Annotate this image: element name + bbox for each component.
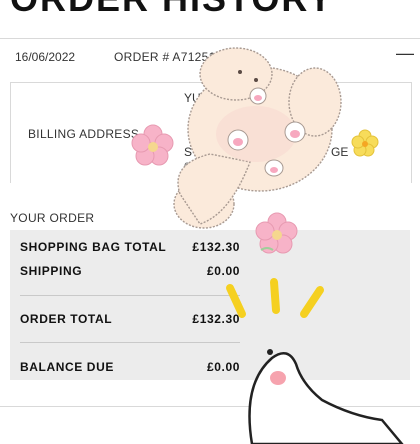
row-label: BALANCE DUE [20, 360, 114, 374]
row-label: ORDER TOTAL [20, 312, 113, 326]
sparkle-icon [226, 278, 324, 318]
row-value: £132.30 [192, 240, 240, 254]
divider [20, 342, 240, 343]
order-date: 16/06/2022 [15, 50, 76, 64]
billing-address-label: BILLING ADDRESS [28, 127, 140, 141]
flower-icon [131, 124, 174, 166]
collapse-icon[interactable]: — [396, 43, 414, 64]
duck-sticker-icon [248, 349, 404, 444]
divider [20, 295, 240, 296]
flower-icon [351, 129, 379, 157]
bear-sticker-icon [173, 47, 342, 229]
flower-icon [255, 212, 298, 254]
row-label: SHOPPING BAG TOTAL [20, 240, 167, 254]
page-title: ORDER HISTORY [10, 0, 334, 20]
row-label: SHIPPING [20, 264, 83, 278]
your-order-heading: YOUR ORDER [10, 211, 95, 225]
